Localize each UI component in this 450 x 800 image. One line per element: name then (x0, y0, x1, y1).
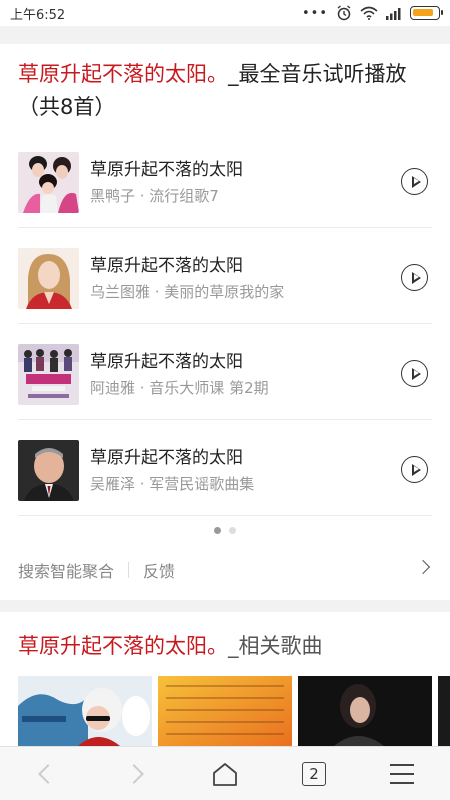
play-icon (412, 367, 421, 380)
notification-dots-icon: ••• (301, 5, 328, 21)
play-button[interactable] (401, 456, 428, 483)
tab-count: 2 (302, 762, 326, 786)
alarm-icon (337, 5, 351, 21)
song-item[interactable]: 草原升起不落的太阳 乌兰图雅 · 美丽的草原我的家 (18, 228, 432, 324)
battery-level (413, 9, 433, 16)
related-title[interactable]: 草原升起不落的太阳。_相关歌曲 (18, 630, 323, 660)
browser-bottom-bar: 2 (0, 746, 450, 800)
related-title-rest: _相关歌曲 (228, 634, 323, 658)
related-song-thumb[interactable] (18, 676, 152, 746)
song-item[interactable]: 草原升起不落的太阳 阿迪雅 · 音乐大师课 第2期 (18, 324, 432, 420)
tabs-button[interactable]: 2 (284, 747, 344, 800)
related-singer-thumb[interactable] (298, 676, 432, 746)
album-cover-adiya (18, 344, 79, 405)
battery-icon (410, 6, 443, 20)
song-item[interactable]: 草原升起不落的太阳 吴雁泽 · 军营民谣歌曲集 (18, 420, 432, 516)
song-title: 草原升起不落的太阳 (90, 448, 243, 468)
forward-arrow-icon (124, 764, 144, 784)
card-footer: 搜索智能聚合 反馈 (18, 554, 432, 586)
song-title: 草原升起不落的太阳 (90, 256, 243, 276)
pager-dot-active[interactable] (214, 527, 221, 534)
related-title-highlight: 草原升起不落的太阳。 (18, 634, 228, 658)
album-cover-wuyanze (18, 440, 79, 501)
album-cover-wulantuya (18, 248, 79, 309)
play-button[interactable] (401, 264, 428, 291)
song-item[interactable]: 草原升起不落的太阳 黑鸭子 · 流行组歌7 (18, 132, 432, 228)
play-button[interactable] (401, 360, 428, 387)
signal-icon (386, 7, 401, 20)
song-artist-album: 阿迪雅 · 音乐大师课 第2期 (90, 379, 269, 397)
play-icon (412, 271, 421, 284)
home-button[interactable] (195, 747, 255, 800)
song-title: 草原升起不落的太阳 (90, 352, 243, 372)
related-songs-card: 草原升起不落的太阳。_相关歌曲 (0, 612, 450, 746)
status-bar: 上午6:52 ••• (0, 0, 450, 26)
song-title: 草原升起不落的太阳 (90, 160, 243, 180)
song-artist-album: 黑鸭子 · 流行组歌7 (90, 187, 219, 205)
footer-divider (128, 562, 130, 578)
carousel-pager (0, 527, 450, 535)
home-icon (213, 763, 237, 786)
menu-icon (390, 764, 414, 784)
related-sheet-music-thumb[interactable] (158, 676, 292, 746)
pager-dot[interactable] (229, 527, 236, 534)
status-time: 上午6:52 (10, 7, 66, 23)
related-thumb-partial[interactable] (438, 676, 450, 746)
smart-search-link[interactable]: 搜索智能聚合 (18, 558, 114, 582)
back-button[interactable] (18, 747, 78, 800)
album-cover-heiyazi (18, 152, 79, 213)
back-arrow-icon (38, 764, 58, 784)
play-icon (412, 463, 421, 476)
card-title[interactable]: 草原升起不落的太阳。_最全音乐试听播放（共8首） (18, 58, 438, 124)
play-icon (412, 175, 421, 188)
chevron-right-icon[interactable] (415, 559, 431, 575)
menu-button[interactable] (372, 747, 432, 800)
wifi-icon (360, 6, 378, 20)
music-results-card: 草原升起不落的太阳。_最全音乐试听播放（共8首） 草原升起不落的太阳 黑鸭子 ·… (0, 44, 450, 600)
status-icons: ••• (301, 5, 443, 21)
card-title-highlight: 草原升起不落的太阳。 (18, 62, 228, 86)
song-artist-album: 乌兰图雅 · 美丽的草原我的家 (90, 283, 285, 301)
forward-button[interactable] (104, 747, 164, 800)
feedback-link[interactable]: 反馈 (143, 558, 175, 582)
song-artist-album: 吴雁泽 · 军营民谣歌曲集 (90, 475, 255, 493)
play-button[interactable] (401, 168, 428, 195)
